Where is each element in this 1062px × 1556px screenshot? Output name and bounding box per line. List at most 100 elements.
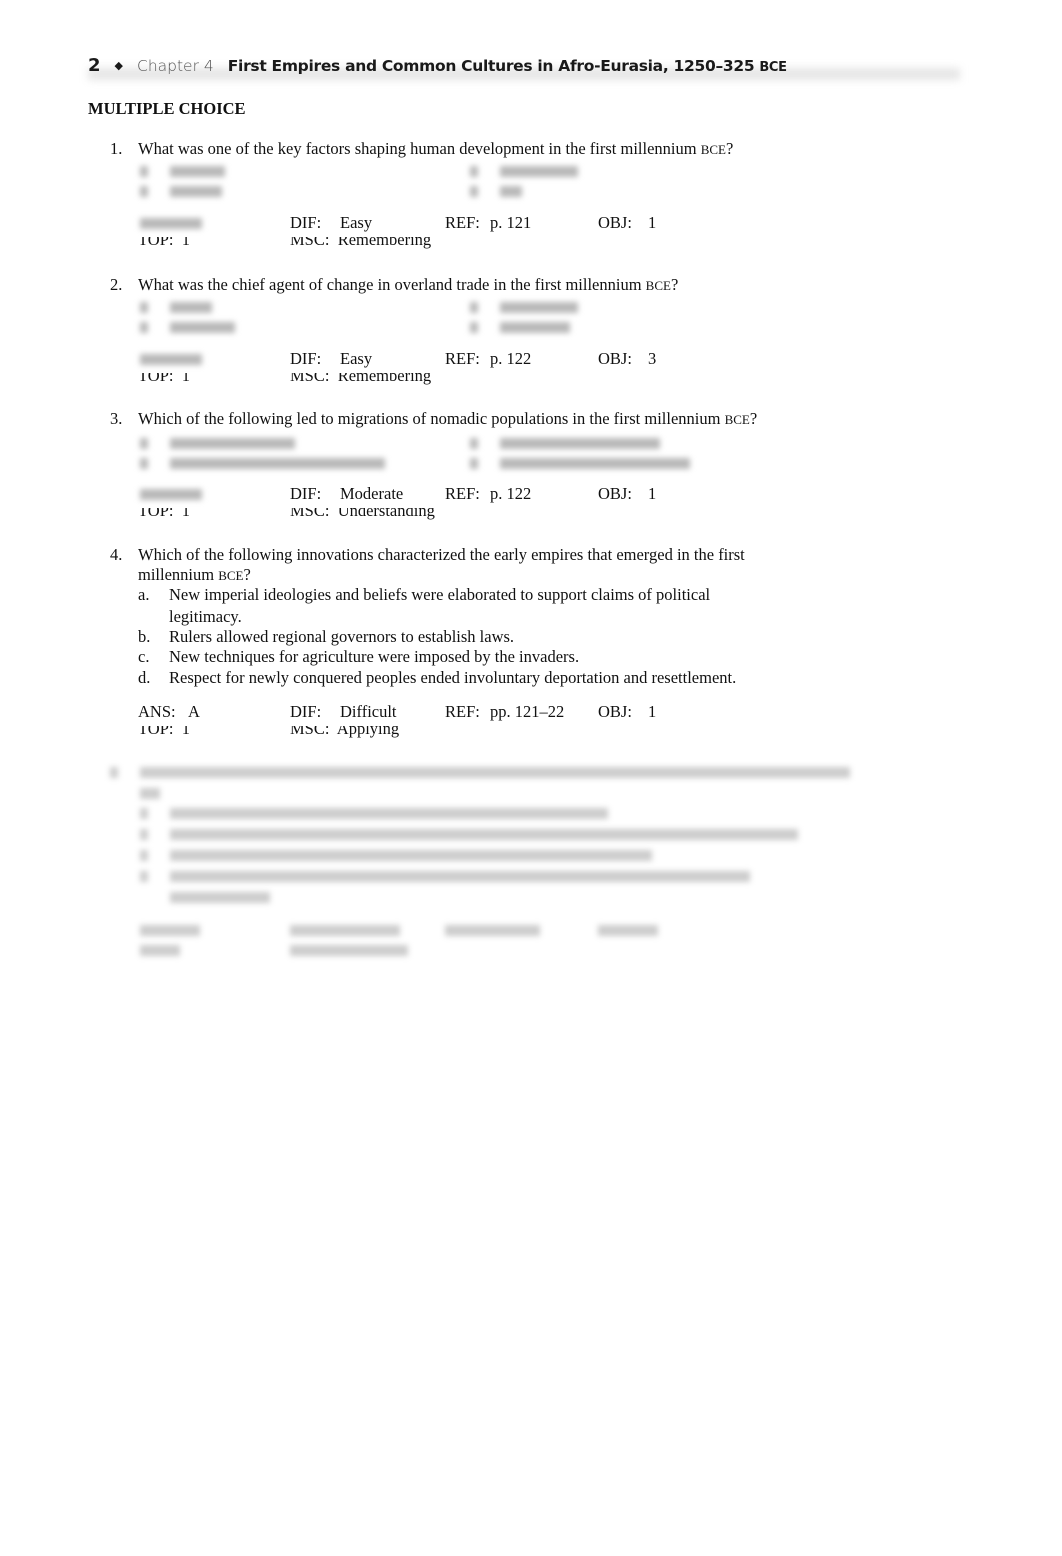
msc-value: Applying xyxy=(336,726,400,738)
redacted-line xyxy=(140,808,148,819)
obj-label: OBJ: xyxy=(598,702,632,721)
redacted-option xyxy=(470,166,478,177)
top-field: TOP: 1 xyxy=(138,726,190,740)
obj-label: OBJ: xyxy=(598,349,632,368)
ref-label: REF: xyxy=(445,484,480,503)
question-number: 4. xyxy=(110,545,123,564)
redacted-option xyxy=(500,186,522,197)
redacted-line xyxy=(170,829,798,840)
redacted-line xyxy=(598,925,658,936)
ref-value: p. 122 xyxy=(490,349,532,368)
ref-label: REF: xyxy=(445,702,480,721)
option-a-line1: New imperial ideologies and beliefs were… xyxy=(169,585,711,604)
top-field: TOP: 1 xyxy=(138,237,190,251)
redacted-option xyxy=(470,438,478,449)
redacted-line xyxy=(290,925,400,936)
top-value: 1 xyxy=(181,373,190,385)
redacted-option xyxy=(500,302,578,313)
option-a-line2: legitimacy. xyxy=(169,607,242,626)
question-text-line2: millennium BCE? xyxy=(138,565,251,586)
top-label: TOP: xyxy=(138,373,174,385)
question-number: 1. xyxy=(110,139,123,158)
top-label: TOP: xyxy=(138,237,174,249)
msc-value: Understanding xyxy=(337,508,435,520)
msc-label: MSC: xyxy=(290,237,330,249)
redacted-line xyxy=(140,788,160,799)
question-stem: What was one of the key factors shaping … xyxy=(138,139,697,158)
ans-label: ANS: xyxy=(138,702,176,721)
redacted-line xyxy=(110,767,118,778)
ref-label: REF: xyxy=(445,349,480,368)
option-d: Respect for newly conquered peoples ende… xyxy=(169,668,737,687)
punct: ? xyxy=(749,409,758,428)
question-text-line1: Which of the following innovations chara… xyxy=(138,545,745,564)
msc-field: MSC: Applying xyxy=(290,726,399,740)
msc-label: MSC: xyxy=(290,373,330,385)
chapter-title: First Empires and Common Cultures in Afr… xyxy=(227,57,755,75)
redacted-option xyxy=(170,302,212,313)
question-stem: millennium xyxy=(138,565,215,584)
section-title: MULTIPLE CHOICE xyxy=(88,99,246,118)
obj-value: 3 xyxy=(648,349,657,368)
question-text: What was the chief agent of change in ov… xyxy=(138,275,678,296)
obj-value: 1 xyxy=(648,702,657,721)
redacted-line xyxy=(140,871,148,882)
obj-value: 1 xyxy=(648,213,657,232)
ans-value: A xyxy=(188,702,200,721)
ref-value: p. 121 xyxy=(490,213,532,232)
redacted-line xyxy=(290,945,408,956)
redacted-option xyxy=(470,322,478,333)
punct: ? xyxy=(726,139,734,158)
question-stem: What was the chief agent of change in ov… xyxy=(138,275,642,294)
option-c: New techniques for agriculture were impo… xyxy=(169,647,580,666)
dif-label: DIF: xyxy=(290,702,322,721)
msc-value: Remembering xyxy=(337,373,432,385)
running-header: 2 ◆ Chapter 4 First Empires and Common Cult… xyxy=(88,55,787,76)
top-value: 1 xyxy=(181,508,190,520)
obj-label: OBJ: xyxy=(598,484,632,503)
redacted-option xyxy=(140,458,148,469)
redacted-line xyxy=(140,850,148,861)
redacted-option xyxy=(170,458,385,469)
obj-label: OBJ: xyxy=(598,213,632,232)
redacted-option xyxy=(140,186,148,197)
redacted-line xyxy=(140,925,200,936)
redacted-option xyxy=(170,438,295,449)
redacted-line xyxy=(140,945,180,956)
punct: ? xyxy=(243,565,251,584)
redacted-option xyxy=(500,438,660,449)
page-number: 2 xyxy=(88,55,101,76)
ref-value: p. 122 xyxy=(490,484,532,503)
question-text: What was one of the key factors shaping … xyxy=(138,139,733,160)
redacted-option xyxy=(140,438,148,449)
redacted-option xyxy=(470,302,478,313)
redacted-option xyxy=(470,458,478,469)
redacted-line xyxy=(170,808,608,819)
top-field: TOP: 1 xyxy=(138,508,190,522)
question-text: Which of the following led to migrations… xyxy=(138,409,757,430)
redacted-option xyxy=(170,186,222,197)
redacted-option xyxy=(140,166,148,177)
obj-value: 1 xyxy=(648,484,657,503)
era: BCE xyxy=(724,412,750,427)
option-letter: b. xyxy=(138,627,151,646)
question-number: 2. xyxy=(110,275,123,294)
chapter-era: BCE xyxy=(759,60,787,75)
top-value: 1 xyxy=(181,237,190,249)
chapter-label: Chapter 4 xyxy=(137,57,214,75)
ref-label: REF: xyxy=(445,213,480,232)
redacted-line xyxy=(170,871,750,882)
redacted-answer xyxy=(140,354,202,365)
top-label: TOP: xyxy=(138,726,174,738)
dif-label: DIF: xyxy=(290,484,322,503)
msc-label: MSC: xyxy=(290,726,330,738)
msc-value: Remembering xyxy=(337,237,432,249)
top-value: 1 xyxy=(181,726,190,738)
top-label: TOP: xyxy=(138,508,174,520)
ref-value: pp. 121–22 xyxy=(490,702,565,721)
redacted-line xyxy=(140,767,850,778)
redacted-line xyxy=(140,829,148,840)
diamond-icon: ◆ xyxy=(114,59,123,72)
msc-field: MSC: Remembering xyxy=(290,237,431,251)
dif-label: DIF: xyxy=(290,349,322,368)
